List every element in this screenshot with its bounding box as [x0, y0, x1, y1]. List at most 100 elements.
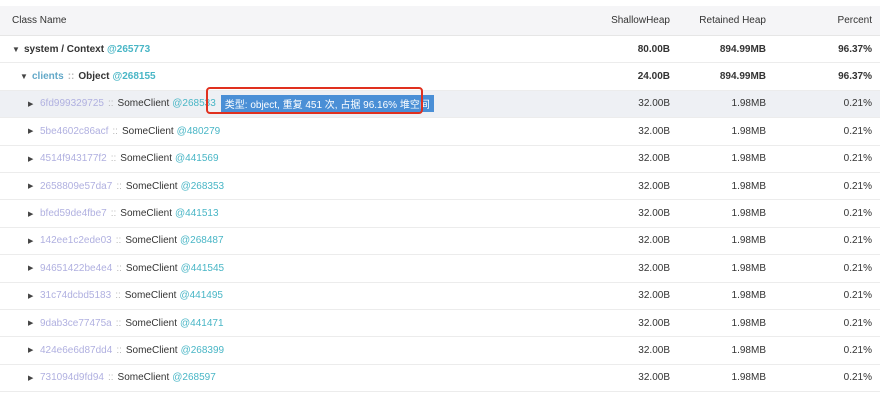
row-address: @441495: [179, 290, 223, 302]
table-row-clients[interactable]: ▼ clients :: Object @268155 24.00B 894.9…: [0, 63, 880, 91]
table-row[interactable]: ▶ 731094d9fd94:: SomeClient @268597 32.00B 1.…: [0, 365, 880, 393]
root-label: system / Context: [24, 43, 105, 55]
shallow-heap-value: 32.00B: [638, 344, 670, 356]
row-address: @441569: [175, 153, 219, 165]
row-name-cell: ▶ 142ee1c2ede03:: SomeClient @268487: [0, 235, 540, 246]
percent-value: 0.21%: [843, 180, 872, 192]
retained-heap-value: 1.98MB: [731, 235, 766, 247]
row-name-cell: ▼ clients :: Object @268155: [0, 71, 540, 82]
highlight-annotation-box: [206, 87, 423, 114]
table-row[interactable]: ▶ 9dab3ce77475a:: SomeClient @441471 32.00B 1…: [0, 310, 880, 338]
shallow-heap-value: 32.00B: [638, 98, 670, 110]
retained-heap-value: 1.98MB: [731, 180, 766, 192]
retained-heap-value: 894.99MB: [719, 71, 766, 83]
table-row[interactable]: ▶ 2658809e57da7:: SomeClient @268353 32.00B 1…: [0, 173, 880, 201]
percent-value: 0.21%: [843, 344, 872, 356]
row-address: @441513: [175, 208, 219, 220]
row-address: @441545: [180, 262, 225, 274]
column-header-percent[interactable]: Percent: [766, 15, 880, 26]
row-separator: ::: [112, 125, 118, 137]
row-type: Object: [78, 71, 110, 83]
caret-right-icon[interactable]: ▶: [28, 155, 40, 163]
shallow-heap-value: 32.00B: [638, 208, 670, 220]
row-name-cell: ▶ bfed59de4fbe7:: SomeClient @441513: [0, 208, 540, 219]
row-id: bfed59de4fbe7: [40, 208, 107, 220]
row-separator: ::: [116, 344, 122, 356]
row-separator: ::: [115, 317, 122, 329]
row-id: 731094d9fd94: [40, 372, 104, 384]
row-name-cell: ▶ 5be4602c86acf:: SomeClient @480279: [0, 126, 540, 137]
caret-right-icon[interactable]: ▶: [28, 292, 40, 300]
retained-heap-value: 1.98MB: [731, 317, 766, 329]
row-id: 424e6e6d87dd4: [40, 344, 113, 356]
table-header: Class Name ShallowHeap Retained Heap Per…: [0, 6, 880, 36]
retained-heap-value: 1.98MB: [731, 262, 766, 274]
row-type: SomeClient: [121, 125, 174, 137]
shallow-heap-value: 32.00B: [638, 125, 670, 137]
row-separator: ::: [115, 290, 121, 302]
table-row[interactable]: ▶ 31c74dcbd5183:: SomeClient @441495 32.00B 1…: [0, 283, 880, 310]
row-id: 5be4602c86acf: [40, 125, 109, 137]
caret-right-icon[interactable]: ▶: [28, 127, 40, 135]
row-name-cell: ▼ system / Context @265773: [0, 44, 540, 55]
table-row[interactable]: ▶ 424e6e6d87dd4:: SomeClient @268399 32.00B 1…: [0, 337, 880, 365]
table-row[interactable]: ▶ bfed59de4fbe7:: SomeClient @441513 32.00B 1…: [0, 200, 880, 228]
row-id: 6fd999329725: [40, 98, 104, 110]
table-row[interactable]: ▶ 4514f943177f2:: SomeClient @441569 32.00B 1…: [0, 146, 880, 173]
row-type: SomeClient: [125, 344, 178, 356]
caret-right-icon[interactable]: ▶: [28, 346, 40, 354]
percent-value: 0.21%: [843, 98, 872, 110]
retained-heap-value: 1.98MB: [731, 125, 766, 137]
shallow-heap-value: 24.00B: [637, 71, 670, 83]
shallow-heap-value: 80.00B: [637, 43, 670, 55]
table-row[interactable]: ▶ 94651422be4e4:: SomeClient @441545 32.00B 1…: [0, 255, 880, 283]
column-header-shallow-heap[interactable]: ShallowHeap: [540, 15, 670, 26]
table-row-root[interactable]: ▼ system / Context @265773 80.00B 894.99…: [0, 36, 880, 64]
heap-snapshot-table: Class Name ShallowHeap Retained Heap Per…: [0, 6, 880, 393]
retained-heap-value: 1.98MB: [731, 372, 766, 384]
root-address: @265773: [107, 43, 151, 55]
caret-right-icon[interactable]: ▶: [28, 237, 40, 245]
table-row[interactable]: ▶ 5be4602c86acf:: SomeClient @480279 32.00B 1…: [0, 118, 880, 146]
row-type: SomeClient: [125, 317, 178, 329]
column-header-class-name[interactable]: Class Name: [0, 15, 540, 26]
caret-right-icon[interactable]: ▶: [28, 319, 40, 327]
row-id: 94651422be4e4: [40, 262, 113, 274]
retained-heap-value: 1.98MB: [731, 208, 766, 220]
row-type: SomeClient: [120, 208, 172, 220]
row-separator: ::: [110, 208, 117, 220]
row-separator: ::: [110, 153, 117, 165]
row-separator: ::: [115, 235, 122, 247]
retained-heap-value: 1.98MB: [731, 290, 766, 302]
row-address: @268353: [180, 180, 225, 192]
percent-value: 96.37%: [838, 43, 872, 55]
row-address: @480279: [176, 125, 221, 137]
shallow-heap-value: 32.00B: [638, 317, 670, 329]
row-separator: ::: [116, 262, 122, 274]
row-id: 31c74dcbd5183: [40, 290, 112, 302]
table-row[interactable]: ▶ 6fd999329725:: SomeClient @268533 类型: obje…: [0, 90, 880, 119]
row-address: @268487: [180, 235, 224, 247]
shallow-heap-value: 32.00B: [638, 262, 670, 274]
retained-heap-value: 1.98MB: [731, 98, 766, 110]
shallow-heap-value: 32.00B: [638, 180, 670, 192]
caret-right-icon[interactable]: ▶: [28, 374, 40, 382]
row-separator: ::: [107, 98, 114, 110]
table-row[interactable]: ▶ 142ee1c2ede03:: SomeClient @268487 32.00B 1…: [0, 228, 880, 256]
percent-value: 0.21%: [843, 125, 872, 137]
caret-down-icon[interactable]: ▼: [20, 72, 32, 81]
caret-right-icon[interactable]: ▶: [28, 210, 40, 218]
caret-right-icon[interactable]: ▶: [28, 264, 40, 272]
row-id: 2658809e57da7: [40, 180, 113, 192]
row-name-cell: ▶ 9dab3ce77475a:: SomeClient @441471: [0, 318, 540, 329]
column-header-retained-heap[interactable]: Retained Heap: [670, 15, 766, 26]
row-address: @268155: [112, 71, 156, 83]
caret-right-icon[interactable]: ▶: [28, 100, 40, 108]
retained-heap-value: 894.99MB: [719, 43, 766, 55]
percent-value: 0.21%: [843, 262, 872, 274]
row-id: 4514f943177f2: [40, 153, 107, 165]
caret-right-icon[interactable]: ▶: [28, 182, 40, 190]
row-type: SomeClient: [117, 372, 170, 384]
caret-down-icon[interactable]: ▼: [12, 45, 24, 54]
percent-value: 0.21%: [843, 235, 872, 247]
